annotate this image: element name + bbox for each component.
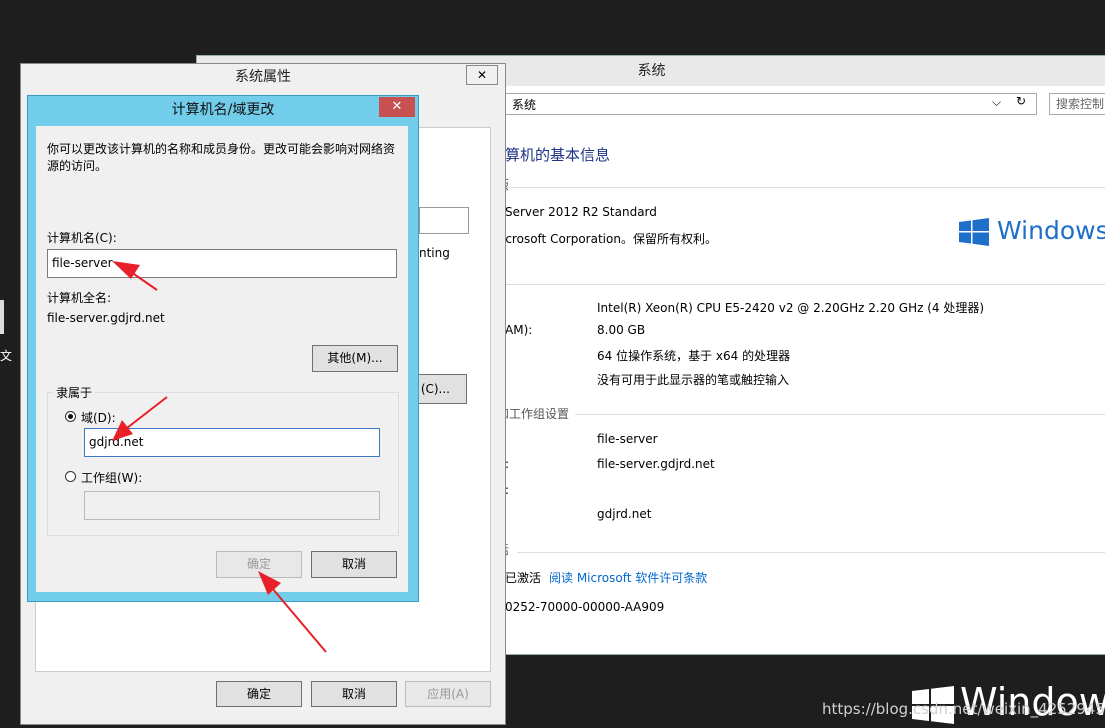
annotation-arrows: [112, 261, 327, 653]
arrow-computer-name: [112, 261, 158, 291]
arrow-ok-button: [258, 571, 327, 653]
arrow-domain: [112, 396, 168, 441]
watermark-text: https://blog.csdn.net/weixin_42529455: [822, 700, 1105, 718]
